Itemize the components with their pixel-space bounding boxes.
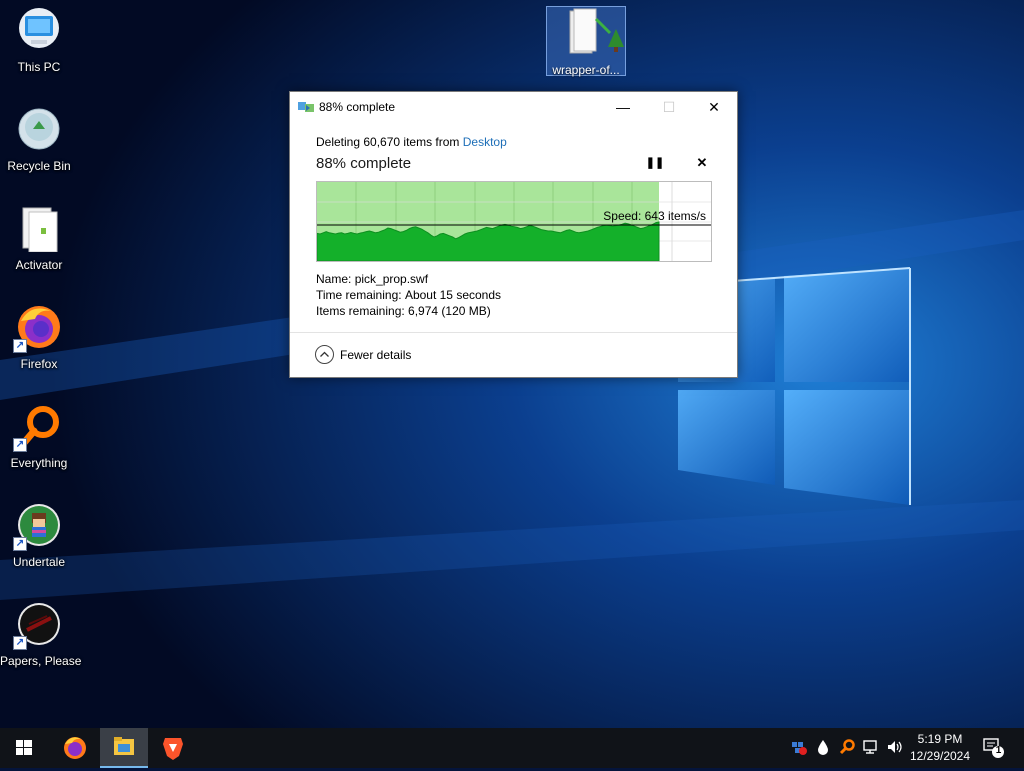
desktop-icon-label: Activator: [15, 258, 63, 272]
desktop-icon-papers-please[interactable]: ↗ Papers, Please: [0, 596, 82, 686]
desktop-icon-activator[interactable]: Activator: [0, 200, 78, 290]
speed-graph: Speed: 643 items/s: [316, 181, 712, 262]
dialog-titlebar[interactable]: 88% complete — ☐ ✕: [290, 92, 737, 122]
desktop-icon-recycle-bin[interactable]: Recycle Bin: [0, 101, 78, 191]
recycle-bin-icon: [15, 105, 63, 153]
clock-time: 5:19 PM: [917, 732, 963, 746]
chevron-up-icon: [315, 345, 334, 364]
shortcut-arrow-icon: ↗: [13, 636, 27, 650]
start-button[interactable]: [0, 728, 48, 768]
detail-name: Name: pick_prop.swf: [316, 272, 428, 286]
folder-icon: [569, 8, 624, 54]
desktop-icon-label: Everything: [10, 456, 68, 470]
detail-items-remaining: Items remaining: 6,974 (120 MB): [316, 304, 491, 318]
operation-prefix: Deleting 60,670 items from: [316, 135, 463, 149]
windows-logo-icon: [16, 740, 32, 755]
taskbar-firefox[interactable]: [51, 728, 99, 768]
search-magnifier-icon[interactable]: [838, 738, 856, 756]
detail-items-value: 6,974 (120 MB): [408, 304, 491, 318]
detail-time-remaining: Time remaining: About 15 seconds: [316, 288, 501, 302]
detail-name-label: Name:: [316, 272, 352, 286]
network-icon[interactable]: [862, 738, 880, 756]
dialog-title: 88% complete: [319, 100, 396, 114]
desktop-icon-firefox[interactable]: ↗ Firefox: [0, 299, 78, 389]
delete-progress-dialog: 88% complete — ☐ ✕ Deleting 60,670 items…: [289, 91, 738, 378]
operation-description: Deleting 60,670 items from Desktop: [316, 135, 507, 149]
detail-time-label: Time remaining:: [316, 288, 402, 302]
desktop-icon-label: This PC: [17, 60, 61, 74]
undertale-icon: ↗: [13, 501, 63, 551]
desktop-item-label: wrapper-of...: [552, 63, 620, 77]
detail-items-label: Items remaining:: [316, 304, 405, 318]
shortcut-arrow-icon: ↗: [13, 438, 27, 452]
clock[interactable]: 5:19 PM 12/29/2024: [898, 731, 982, 765]
document-icon: [15, 204, 63, 253]
clock-date: 12/29/2024: [909, 749, 971, 763]
close-button[interactable]: ✕: [691, 92, 737, 122]
desktop-icon-everything[interactable]: ↗ Everything: [0, 398, 78, 488]
search-magnifier-icon: ↗: [13, 402, 63, 452]
file-operation-icon: [298, 102, 314, 112]
minimize-button[interactable]: —: [600, 92, 646, 122]
divider: [290, 332, 737, 333]
desktop-icon-label: Papers, Please: [0, 654, 82, 668]
notification-count: 1: [995, 745, 1002, 756]
progress-heading: 88% complete: [316, 155, 412, 172]
desktop-icon-label: Firefox: [20, 357, 58, 371]
cancel-button[interactable]: ✕: [692, 155, 712, 173]
detail-time-value: About 15 seconds: [404, 288, 502, 302]
firefox-icon: [64, 737, 86, 759]
shortcut-arrow-icon: ↗: [13, 339, 27, 353]
desktop-icon-label: Undertale: [12, 555, 66, 569]
detail-name-value: pick_prop.swf: [354, 272, 429, 286]
action-center-button[interactable]: 1: [980, 728, 1024, 768]
desktop-icon-label: Recycle Bin: [7, 159, 71, 173]
taskbar-file-explorer[interactable]: [100, 728, 148, 768]
firefox-icon: ↗: [13, 303, 63, 353]
desktop-item-wrapper-folder[interactable]: wrapper-of...: [546, 6, 626, 77]
file-explorer-icon: [114, 737, 134, 755]
network-warning-icon[interactable]: [790, 738, 808, 756]
shortcut-arrow-icon: ↗: [13, 537, 27, 551]
droplet-icon[interactable]: [814, 738, 832, 756]
speed-label: Speed: 643 items/s: [603, 209, 706, 223]
taskbar: 5:19 PM 12/29/2024 1: [0, 728, 1024, 768]
computer-icon: [15, 6, 63, 54]
desktop-icon-undertale[interactable]: ↗ Undertale: [0, 497, 78, 587]
papers-please-icon: ↗: [13, 600, 63, 650]
pause-button[interactable]: ❚❚: [645, 156, 665, 174]
desktop-icon-this-pc[interactable]: This PC: [0, 2, 78, 92]
brave-icon: [163, 738, 183, 760]
maximize-button[interactable]: ☐: [646, 92, 692, 122]
fewer-details-label: Fewer details: [340, 348, 412, 362]
taskbar-brave[interactable]: [149, 728, 197, 768]
destination-link[interactable]: Desktop: [463, 135, 507, 149]
